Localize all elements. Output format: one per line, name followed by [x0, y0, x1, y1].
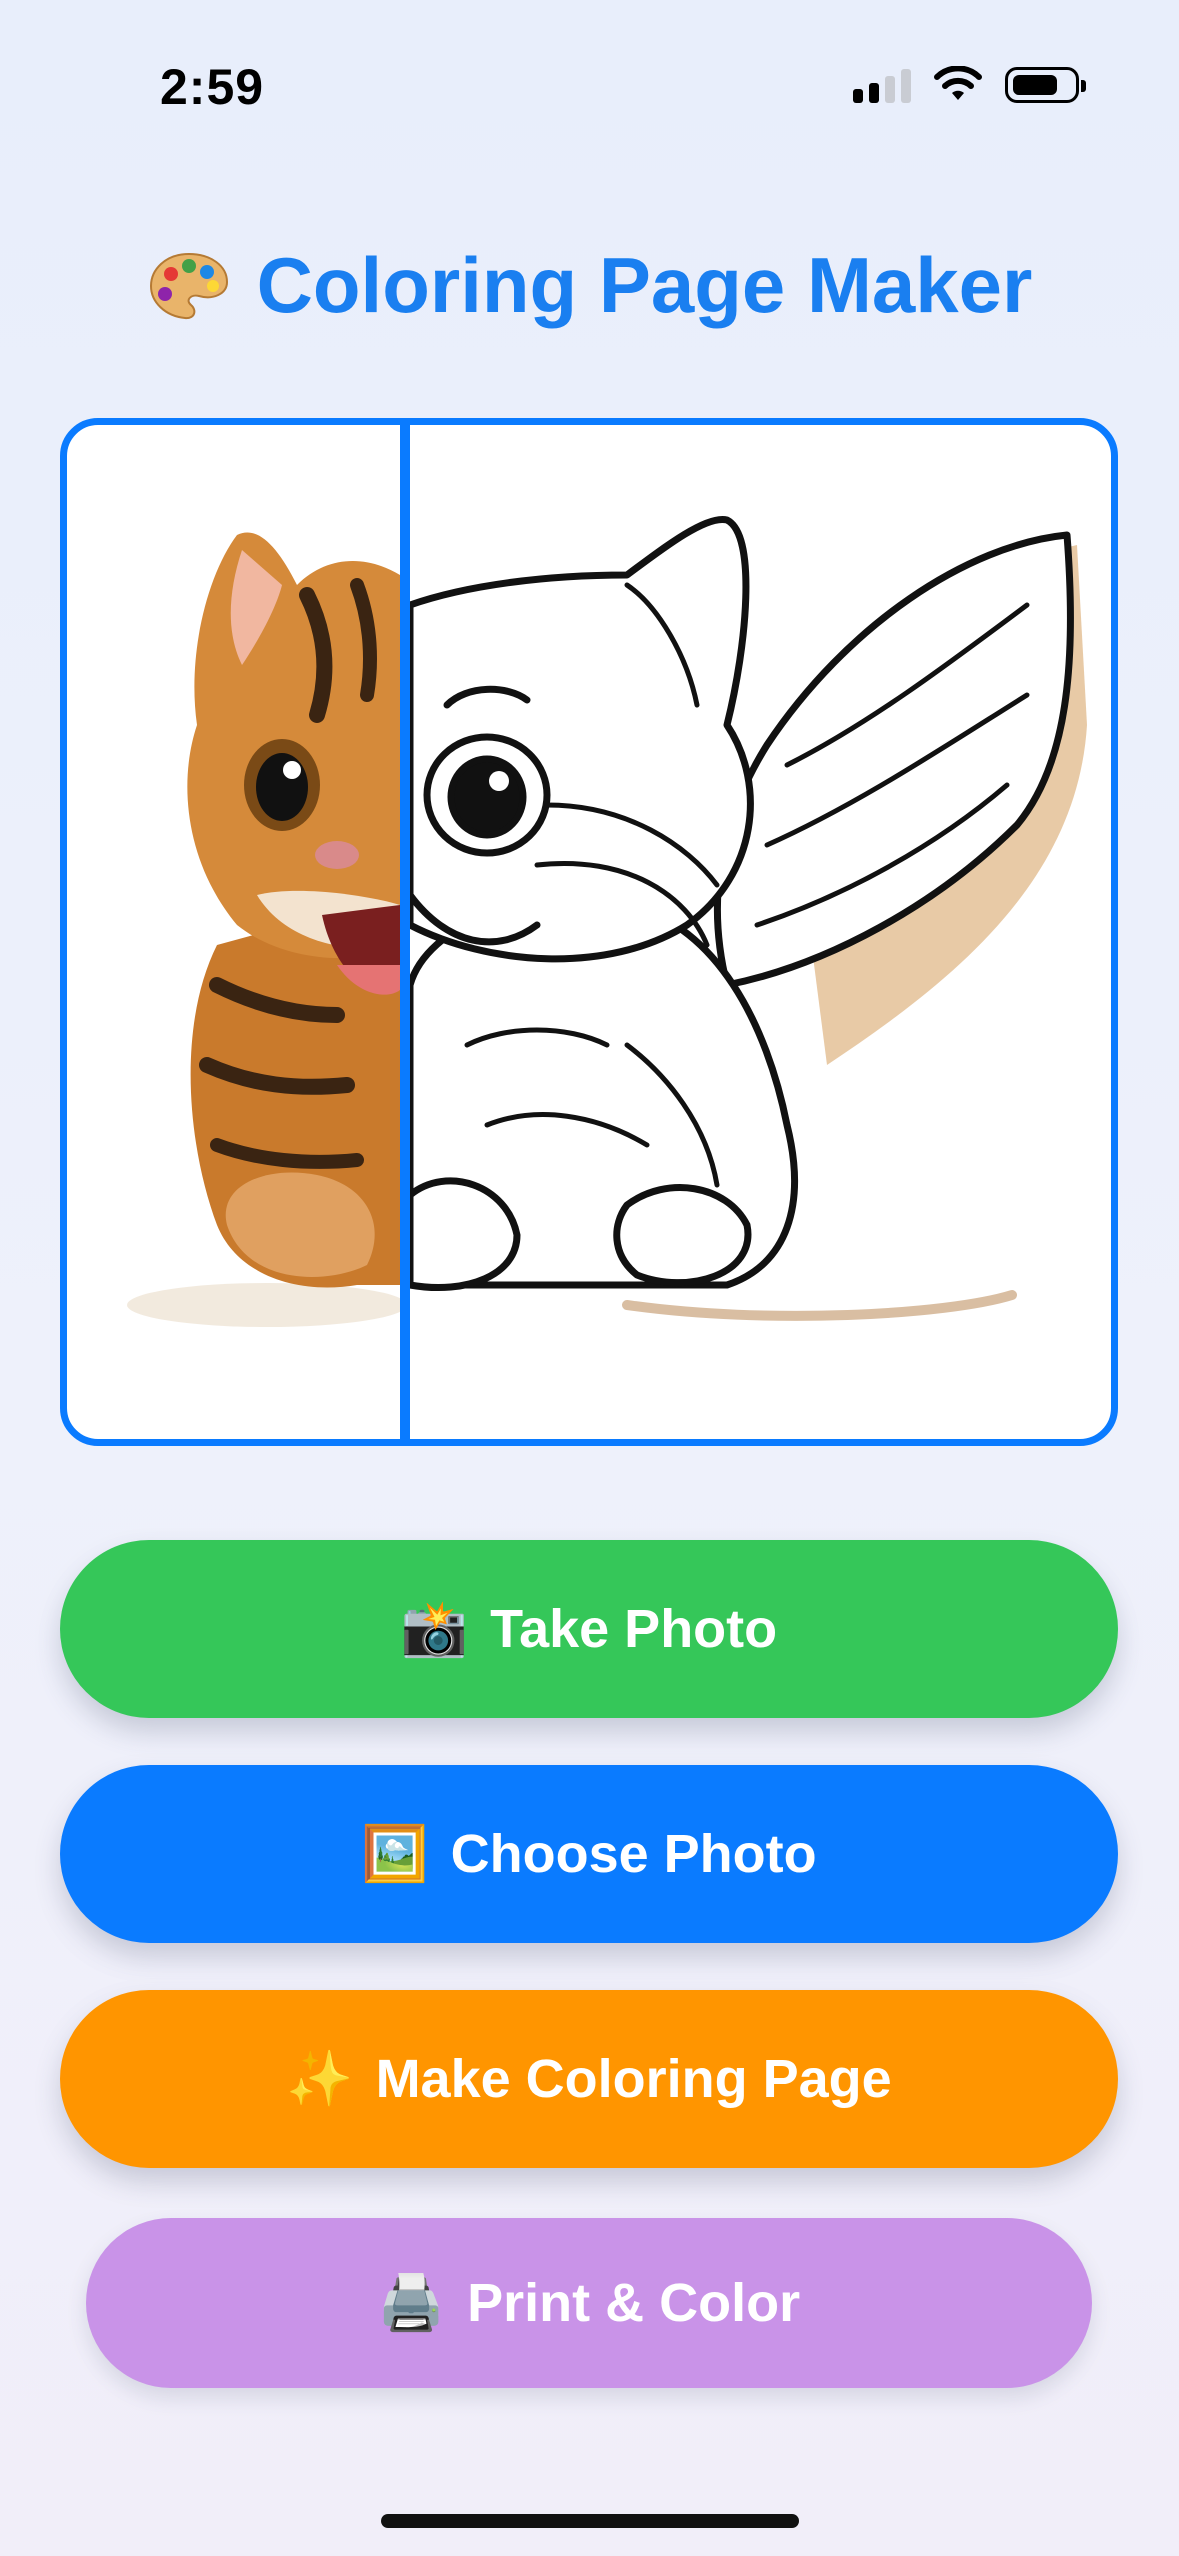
make-coloring-page-label: Make Coloring Page [375, 2049, 892, 2109]
print-and-color-label: Print & Color [467, 2273, 801, 2333]
preview-image [127, 515, 1087, 1327]
palette-icon [149, 252, 228, 319]
comparison-slider-handle[interactable] [400, 425, 410, 1439]
comparison-preview[interactable] [60, 418, 1118, 1446]
sparkles-icon: ✨ [286, 2048, 354, 2109]
photo-half [127, 532, 407, 1327]
wifi-icon [934, 66, 982, 100]
camera-flash-icon: 📸 [400, 1598, 469, 1659]
print-and-color-button[interactable]: 🖨️ Print & Color [86, 2218, 1092, 2388]
status-time: 2:59 [160, 59, 265, 115]
status-icons [853, 66, 1086, 104]
page-title: Coloring Page Maker [0, 240, 1179, 331]
printer-icon: 🖨️ [377, 2272, 446, 2333]
choose-photo-label: Choose Photo [450, 1824, 817, 1884]
take-photo-button[interactable]: 📸 Take Photo [60, 1540, 1118, 1718]
choose-photo-button[interactable]: 🖼️ Choose Photo [60, 1765, 1118, 1943]
cellular-signal-icon [853, 67, 911, 103]
line-art-half [406, 515, 1087, 1321]
take-photo-label: Take Photo [490, 1599, 778, 1659]
battery-icon [1005, 67, 1086, 103]
make-coloring-page-button[interactable]: ✨ Make Coloring Page [60, 1990, 1118, 2168]
framed-picture-icon: 🖼️ [361, 1823, 429, 1884]
home-indicator[interactable] [381, 2514, 799, 2528]
page-title-text: Coloring Page Maker [256, 241, 1033, 329]
